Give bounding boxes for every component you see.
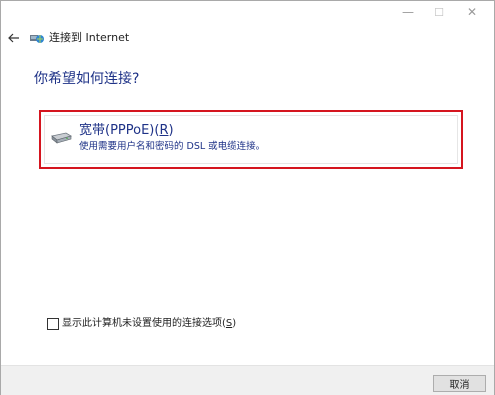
close-icon: ✕: [466, 5, 478, 19]
back-button[interactable]: [4, 29, 24, 47]
maximize-icon: ☐: [434, 5, 444, 19]
option-title-text: 宽带(PPPoE)(: [79, 123, 160, 138]
dialog-footer: 取消: [1, 365, 494, 395]
connect-to-internet-window: — ☐ ✕ 连接到 Internet 你希望如何连接? 宽带(PPPoE)(R)…: [0, 0, 495, 395]
option-access-key: R: [159, 123, 169, 138]
option-description: 使用需要用户名和密码的 DSL 或电缆连接。: [79, 141, 266, 152]
checkbox-label-close: ): [232, 318, 237, 329]
option-title-close: ): [168, 123, 174, 138]
broadband-modem-icon: [51, 132, 72, 144]
show-unconfigured-options-row[interactable]: 显示此计算机未设置使用的连接选项(S): [47, 318, 236, 330]
back-arrow-icon: [8, 33, 19, 43]
network-globe-icon: [30, 35, 44, 43]
minimize-icon: —: [402, 5, 414, 19]
cancel-button[interactable]: 取消: [433, 375, 486, 392]
page-heading: 你希望如何连接?: [34, 71, 140, 87]
window-title: 连接到 Internet: [49, 31, 130, 44]
option-inner-frame: 宽带(PPPoE)(R) 使用需要用户名和密码的 DSL 或电缆连接。: [44, 115, 458, 164]
checkbox-label-text: 显示此计算机未设置使用的连接选项(: [62, 318, 226, 329]
maximize-button[interactable]: ☐: [424, 1, 454, 23]
show-unconfigured-options-checkbox[interactable]: [47, 318, 59, 330]
option-title: 宽带(PPPoE)(R): [79, 123, 174, 139]
broadband-pppoe-option[interactable]: 宽带(PPPoE)(R) 使用需要用户名和密码的 DSL 或电缆连接。: [39, 110, 463, 169]
show-unconfigured-options-label[interactable]: 显示此计算机未设置使用的连接选项(S): [62, 318, 236, 330]
minimize-button[interactable]: —: [393, 1, 423, 23]
close-button[interactable]: ✕: [457, 1, 487, 23]
